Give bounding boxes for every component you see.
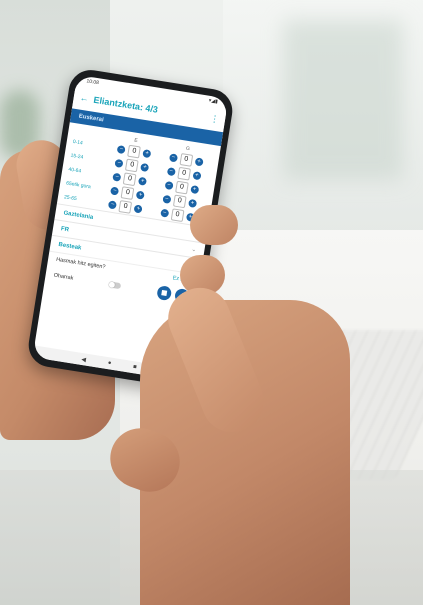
tab-label: Euskerai bbox=[78, 113, 104, 124]
plus-button[interactable]: + bbox=[140, 162, 150, 173]
count-value[interactable]: 0 bbox=[174, 180, 189, 195]
row-label: 15-24 bbox=[70, 152, 84, 161]
minus-button[interactable]: − bbox=[168, 153, 178, 163]
count-value[interactable]: 0 bbox=[125, 158, 139, 173]
section-label: Gaztelania bbox=[63, 209, 94, 221]
background-window bbox=[283, 20, 403, 180]
left-hand-finger bbox=[190, 205, 238, 245]
count-value[interactable]: 0 bbox=[122, 172, 137, 187]
plus-button[interactable]: + bbox=[135, 190, 146, 200]
plus-button[interactable]: + bbox=[138, 176, 148, 186]
minus-button[interactable]: − bbox=[116, 145, 126, 155]
minus-button[interactable]: − bbox=[166, 167, 176, 177]
nav-recent-icon[interactable]: ■ bbox=[133, 364, 138, 370]
chevron-down-icon: ⌄ bbox=[190, 246, 197, 254]
count-value[interactable]: 0 bbox=[179, 152, 193, 167]
minus-button[interactable]: − bbox=[108, 200, 118, 210]
minus-button[interactable]: − bbox=[159, 208, 170, 218]
row-label: 65etik gora bbox=[65, 180, 92, 191]
nav-home-icon[interactable]: ● bbox=[107, 360, 112, 366]
count-value[interactable]: 0 bbox=[172, 194, 187, 209]
plus-button[interactable]: + bbox=[194, 157, 204, 167]
minus-button[interactable]: − bbox=[114, 158, 124, 169]
row-label: 25-65 bbox=[63, 194, 78, 203]
plus-button[interactable]: + bbox=[142, 149, 152, 159]
more-vertical-icon[interactable]: ⋮ bbox=[209, 113, 219, 125]
section-label: Besteak bbox=[58, 241, 82, 252]
plus-button[interactable]: + bbox=[189, 184, 200, 195]
minus-button[interactable]: − bbox=[162, 194, 172, 204]
notes-toggle[interactable] bbox=[108, 281, 122, 290]
minus-button[interactable]: − bbox=[110, 186, 120, 196]
notes-label: Oharrak bbox=[53, 272, 74, 282]
count-value[interactable]: 0 bbox=[120, 186, 135, 200]
section-label: FR bbox=[60, 225, 70, 233]
status-time: 10:08 bbox=[85, 78, 100, 87]
save-fab-button[interactable]: ◼ bbox=[156, 285, 173, 302]
row-label: 40-64 bbox=[67, 166, 82, 175]
count-value[interactable]: 0 bbox=[127, 144, 142, 159]
plus-button[interactable]: + bbox=[133, 204, 143, 214]
nav-back-icon[interactable]: ◀ bbox=[81, 355, 87, 363]
row-label: 0-14 bbox=[72, 138, 84, 147]
minus-button[interactable]: − bbox=[112, 172, 122, 182]
plus-button[interactable]: + bbox=[192, 171, 202, 181]
plus-button[interactable]: + bbox=[187, 198, 197, 208]
count-value[interactable]: 0 bbox=[177, 166, 191, 181]
minus-button[interactable]: − bbox=[164, 180, 174, 191]
count-value[interactable]: 0 bbox=[118, 200, 133, 214]
photo-scene: 10:08 ▾◢▮ ← Eliantzketa: 4/3 ⋮ Euskerai … bbox=[0, 0, 423, 605]
count-value[interactable]: 0 bbox=[170, 208, 185, 223]
arrow-left-icon[interactable]: ← bbox=[79, 93, 89, 104]
status-icons: ▾◢▮ bbox=[208, 97, 219, 106]
